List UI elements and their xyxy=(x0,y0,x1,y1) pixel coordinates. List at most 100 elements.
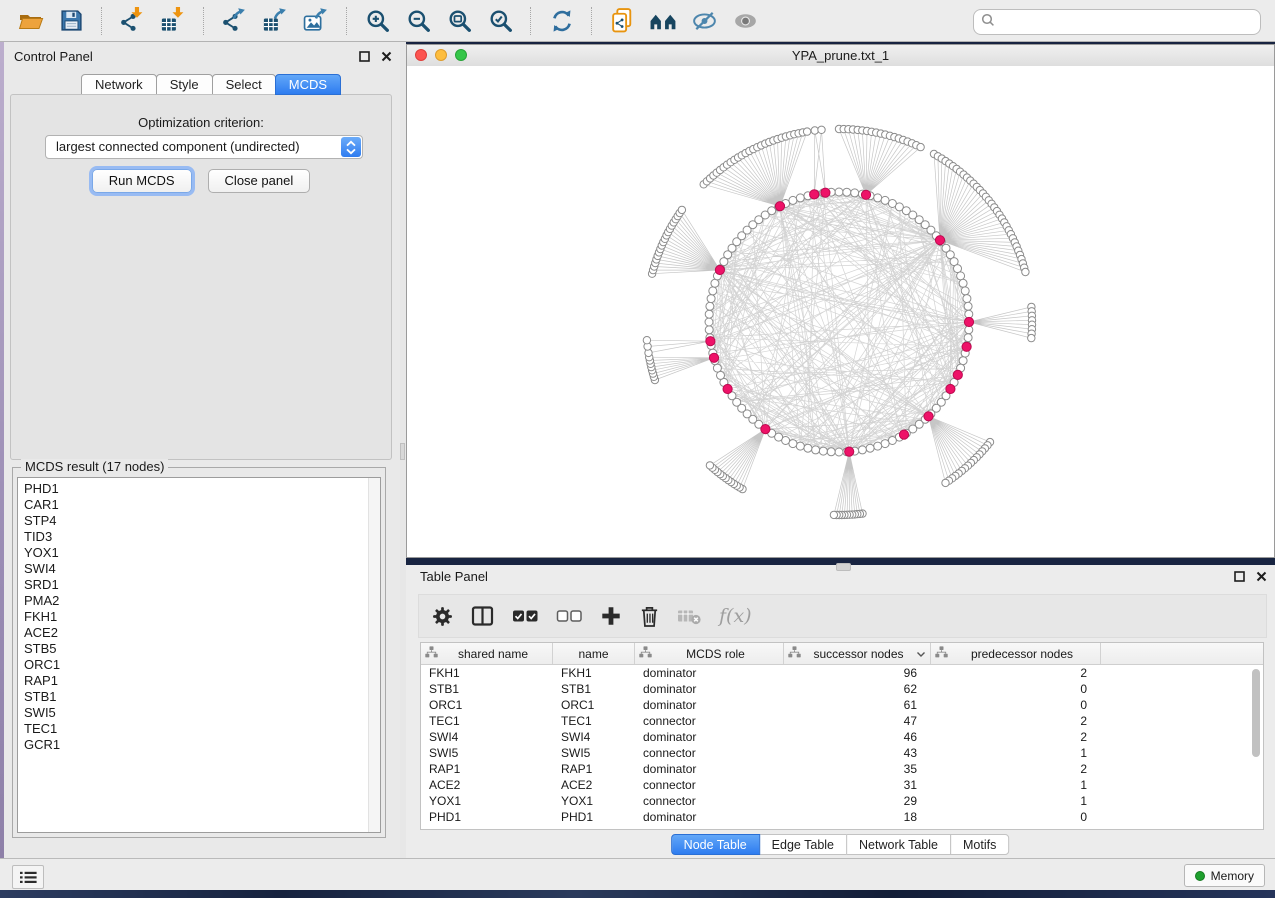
export-network-button[interactable] xyxy=(218,5,251,37)
table-cell[interactable]: 0 xyxy=(931,681,1101,697)
close-panel-icon[interactable] xyxy=(380,50,392,62)
network-node[interactable] xyxy=(812,446,820,454)
network-node[interactable] xyxy=(917,143,924,150)
mcds-hub-node[interactable] xyxy=(709,353,718,362)
network-node[interactable] xyxy=(1028,334,1035,341)
hide-selected-button[interactable] xyxy=(688,5,721,37)
mcds-hub-node[interactable] xyxy=(953,370,962,379)
list-item[interactable]: GCR1 xyxy=(24,737,380,753)
add-column-button[interactable] xyxy=(600,605,622,627)
table-cell[interactable]: 18 xyxy=(784,809,931,825)
network-node[interactable] xyxy=(830,511,837,518)
table-cell[interactable]: 46 xyxy=(784,729,931,745)
network-node[interactable] xyxy=(713,364,721,372)
find-button[interactable] xyxy=(647,5,680,37)
minimize-window-icon[interactable] xyxy=(435,49,447,61)
network-node[interactable] xyxy=(789,196,797,204)
network-node[interactable] xyxy=(835,188,843,196)
table-cell[interactable]: 35 xyxy=(784,761,931,777)
table-cell[interactable]: dominator xyxy=(635,681,784,697)
network-node[interactable] xyxy=(803,128,810,135)
tab-network[interactable]: Network xyxy=(81,74,157,95)
tab-mcds[interactable]: MCDS xyxy=(275,74,341,95)
save-session-button[interactable] xyxy=(55,5,88,37)
table-cell[interactable]: TEC1 xyxy=(553,713,635,729)
table-cell[interactable]: SWI4 xyxy=(421,729,553,745)
network-node[interactable] xyxy=(707,295,715,303)
network-node[interactable] xyxy=(881,440,889,448)
table-row[interactable]: ACE2ACE2connector311 xyxy=(421,777,1263,793)
table-cell[interactable]: 47 xyxy=(784,713,931,729)
mcds-hub-node[interactable] xyxy=(962,342,971,351)
network-node[interactable] xyxy=(866,444,874,452)
table-cell[interactable]: connector xyxy=(635,777,784,793)
table-cell[interactable]: PHD1 xyxy=(553,809,635,825)
network-node[interactable] xyxy=(961,287,969,295)
search-box[interactable] xyxy=(973,9,1261,35)
mcds-hub-node[interactable] xyxy=(946,384,955,393)
table-row[interactable]: STB1STB1dominator620 xyxy=(421,681,1263,697)
list-item[interactable]: YOX1 xyxy=(24,545,380,561)
table-cell[interactable]: ORC1 xyxy=(553,697,635,713)
table-row[interactable]: SWI4SWI4dominator462 xyxy=(421,729,1263,745)
table-cell[interactable]: 1 xyxy=(931,793,1101,809)
list-scrollbar[interactable] xyxy=(368,478,380,832)
list-item[interactable]: CAR1 xyxy=(24,497,380,513)
table-cell[interactable]: SWI4 xyxy=(553,729,635,745)
network-node[interactable] xyxy=(789,440,797,448)
network-node[interactable] xyxy=(711,279,719,287)
table-cell[interactable]: SWI5 xyxy=(553,745,635,761)
table-row[interactable]: SWI5SWI5connector431 xyxy=(421,745,1263,761)
network-node[interactable] xyxy=(709,287,717,295)
network-node[interactable] xyxy=(819,447,827,455)
close-panel-icon[interactable] xyxy=(1255,570,1267,582)
memory-button[interactable]: Memory xyxy=(1184,864,1265,887)
split-panel-button[interactable] xyxy=(471,605,495,627)
float-panel-icon[interactable] xyxy=(358,50,370,62)
tab-edge-table[interactable]: Edge Table xyxy=(759,834,847,855)
network-node[interactable] xyxy=(959,279,967,287)
table-cell[interactable]: dominator xyxy=(635,761,784,777)
mcds-result-list[interactable]: PHD1CAR1STP4TID3YOX1SWI4SRD1PMA2FKH1ACE2… xyxy=(17,477,381,833)
tab-network-table[interactable]: Network Table xyxy=(846,834,951,855)
table-cell[interactable]: TEC1 xyxy=(421,713,553,729)
search-input[interactable] xyxy=(1000,14,1253,30)
horizontal-splitter-handle[interactable] xyxy=(836,563,851,571)
close-panel-button[interactable]: Close panel xyxy=(208,169,311,193)
mcds-hub-node[interactable] xyxy=(821,188,830,197)
list-item[interactable]: TID3 xyxy=(24,529,380,545)
network-node[interactable] xyxy=(706,302,714,310)
network-node[interactable] xyxy=(705,326,713,334)
network-node[interactable] xyxy=(705,310,713,318)
select-all-button[interactable] xyxy=(512,606,539,626)
list-item[interactable]: ORC1 xyxy=(24,657,380,673)
table-cell[interactable]: connector xyxy=(635,793,784,809)
delete-column-button[interactable] xyxy=(639,605,660,628)
table-cell[interactable]: 2 xyxy=(931,665,1101,681)
network-node[interactable] xyxy=(827,448,835,456)
table-cell[interactable]: 31 xyxy=(784,777,931,793)
table-row[interactable]: YOX1YOX1connector291 xyxy=(421,793,1263,809)
table-cell[interactable]: connector xyxy=(635,713,784,729)
table-cell[interactable]: dominator xyxy=(635,729,784,745)
mcds-hub-node[interactable] xyxy=(715,265,724,274)
mcds-hub-node[interactable] xyxy=(810,190,819,199)
table-row[interactable]: RAP1RAP1dominator352 xyxy=(421,761,1263,777)
table-cell[interactable]: YOX1 xyxy=(553,793,635,809)
new-network-from-selection-button[interactable] xyxy=(606,5,639,37)
table-cell[interactable]: ACE2 xyxy=(421,777,553,793)
column-header-MCDS-role[interactable]: MCDS role xyxy=(635,643,784,664)
table-cell[interactable]: RAP1 xyxy=(553,761,635,777)
table-cell[interactable]: 43 xyxy=(784,745,931,761)
list-item[interactable]: RAP1 xyxy=(24,673,380,689)
network-node[interactable] xyxy=(874,442,882,450)
table-cell[interactable]: connector xyxy=(635,745,784,761)
table-cell[interactable]: ACE2 xyxy=(553,777,635,793)
mcds-hub-node[interactable] xyxy=(761,425,770,434)
network-node[interactable] xyxy=(963,295,971,303)
network-node[interactable] xyxy=(964,334,972,342)
table-cell[interactable]: 29 xyxy=(784,793,931,809)
table-cell[interactable]: 61 xyxy=(784,697,931,713)
list-item[interactable]: ACE2 xyxy=(24,625,380,641)
mcds-hub-node[interactable] xyxy=(845,447,854,456)
